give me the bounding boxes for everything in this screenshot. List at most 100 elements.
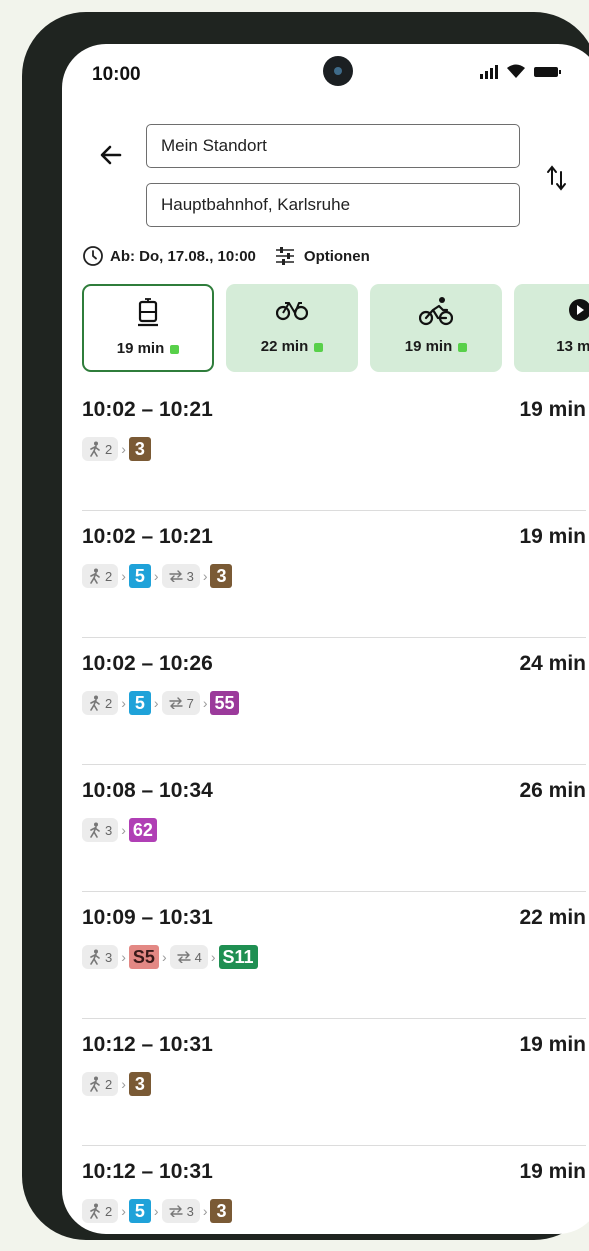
origin-input[interactable]: Mein Standort xyxy=(146,124,520,168)
line-badge: 3 xyxy=(210,1199,233,1223)
trip-times: 10:02 – 10:26 xyxy=(82,652,213,675)
walk-leg: 2 xyxy=(82,691,119,715)
app-screen: 10:00 Mein Standort Hauptbahnhof, Karlsr… xyxy=(62,44,589,1234)
chevron-right-icon: › xyxy=(202,568,208,584)
leg-minutes: 3 xyxy=(105,949,113,965)
sliders-icon xyxy=(275,247,294,265)
battery-icon xyxy=(534,65,562,79)
trip-legs: 3 › S5 › 4 › S11 xyxy=(82,942,258,972)
availability-dot xyxy=(314,342,324,352)
mode-tab-bike-sharing[interactable]: 22 min xyxy=(226,284,358,372)
trip-duration: 19 min xyxy=(519,525,586,548)
chevron-right-icon: › xyxy=(202,1203,208,1219)
leg-minutes: 2 xyxy=(105,695,113,711)
walk-leg: 2 xyxy=(82,1072,119,1096)
options-button[interactable]: Optionen xyxy=(274,246,370,266)
status-time: 10:00 xyxy=(92,64,141,85)
mode-duration: 22 min xyxy=(260,338,309,355)
leg-minutes: 2 xyxy=(105,441,113,457)
leg-minutes: 3 xyxy=(186,568,194,584)
line-badge: 55 xyxy=(210,691,239,715)
cyclist-icon xyxy=(370,296,502,326)
walk-icon xyxy=(88,695,105,711)
walk-leg: 3 xyxy=(82,945,119,969)
chevron-right-icon: › xyxy=(121,1203,126,1219)
walk-icon xyxy=(88,822,105,838)
front-camera xyxy=(323,56,353,86)
trip-times: 10:08 – 10:34 xyxy=(82,779,213,802)
line-badge: 5 xyxy=(128,691,151,715)
line-badge: 3 xyxy=(128,437,151,461)
line-badge: 62 xyxy=(128,818,157,842)
leg-minutes: 2 xyxy=(105,568,113,584)
transfer-leg: 3 xyxy=(161,1199,200,1223)
chevron-right-icon: › xyxy=(121,1076,126,1092)
phone-frame: 10:00 Mein Standort Hauptbahnhof, Karlsr… xyxy=(22,12,589,1240)
walk-leg: 2 xyxy=(82,564,119,588)
trip-duration: 19 min xyxy=(519,1160,586,1183)
trip-legs: 2 › 3 xyxy=(82,434,151,464)
bike-sharing-icon xyxy=(226,296,358,326)
trip-duration: 26 min xyxy=(519,779,586,802)
transfer-leg: 3 xyxy=(161,564,200,588)
trip-times: 10:09 – 10:31 xyxy=(82,906,213,929)
walk-icon xyxy=(88,1076,105,1092)
trip-legs: 2 › 5 › 3 › 3 xyxy=(82,1196,233,1226)
leg-minutes: 2 xyxy=(105,1076,113,1092)
chevron-right-icon: › xyxy=(121,695,126,711)
chevron-right-icon: › xyxy=(121,949,126,965)
destination-input[interactable]: Hauptbahnhof, Karlsruhe xyxy=(146,183,520,227)
departure-time-button[interactable]: Ab: Do, 17.08., 10:00 xyxy=(82,245,256,267)
line-badge: S11 xyxy=(218,945,258,969)
availability-dot xyxy=(170,344,180,354)
swap-arrows-icon xyxy=(547,165,566,191)
transfer-leg: 7 xyxy=(161,691,200,715)
trip-duration: 19 min xyxy=(519,1033,586,1056)
trip-times: 10:12 – 10:31 xyxy=(82,1160,213,1183)
trip-legs: 2 › 5 › 3 › 3 xyxy=(82,561,233,591)
trip-row[interactable]: 10:02 – 10:21 19 min 2 › 5 › 3 › 3 xyxy=(62,511,589,638)
trip-row[interactable]: 10:09 – 10:31 22 min 3 › S5 › 4 › S11 xyxy=(62,892,589,1019)
walk-icon xyxy=(88,949,105,965)
trip-list: 10:02 – 10:21 19 min 2 › 3 10:02 – 10:21 19 mi… xyxy=(62,384,589,1234)
mode-duration: 13 min xyxy=(556,338,589,355)
mode-tab-tram[interactable]: 19 min xyxy=(82,284,214,372)
line-badge: 5 xyxy=(128,1199,151,1223)
leg-minutes: 3 xyxy=(186,1203,194,1219)
mode-duration: 19 min xyxy=(116,340,165,357)
scooter-icon xyxy=(514,296,589,326)
walk-icon xyxy=(88,1203,105,1219)
status-icons xyxy=(480,64,562,79)
trip-times: 10:02 – 10:21 xyxy=(82,398,213,421)
trip-row[interactable]: 10:02 – 10:21 19 min 2 › 3 xyxy=(62,384,589,511)
chevron-right-icon: › xyxy=(202,695,208,711)
chevron-right-icon: › xyxy=(153,568,159,584)
chevron-right-icon: › xyxy=(153,1203,159,1219)
departure-time-row: Ab: Do, 17.08., 10:00 Optionen xyxy=(82,242,370,270)
line-badge: S5 xyxy=(128,945,159,969)
trip-row[interactable]: 10:02 – 10:26 24 min 2 › 5 › 7 › 55 xyxy=(62,638,589,765)
leg-minutes: 2 xyxy=(105,1203,113,1219)
transfer-icon xyxy=(168,1205,187,1217)
leg-minutes: 3 xyxy=(105,822,113,838)
chevron-right-icon: › xyxy=(161,949,167,965)
mode-tab-bike[interactable]: 19 min xyxy=(370,284,502,372)
back-button[interactable] xyxy=(96,140,126,170)
leg-minutes: 7 xyxy=(186,695,194,711)
trip-row[interactable]: 10:12 – 10:31 19 min 2 › 3 xyxy=(62,1019,589,1146)
walk-icon xyxy=(88,441,105,457)
trip-legs: 3 › 62 xyxy=(82,815,157,845)
swap-stations-button[interactable] xyxy=(544,162,570,194)
trip-row[interactable]: 10:12 – 10:31 19 min 2 › 5 › 3 › 3 xyxy=(62,1146,589,1234)
trip-row[interactable]: 10:08 – 10:34 26 min 3 › 62 xyxy=(62,765,589,892)
chevron-right-icon: › xyxy=(210,949,216,965)
chevron-right-icon: › xyxy=(121,822,126,838)
mode-tab-scooter[interactable]: 13 min xyxy=(514,284,589,372)
status-bar: 10:00 xyxy=(62,44,589,104)
trip-duration: 19 min xyxy=(519,398,586,421)
line-badge: 3 xyxy=(210,564,233,588)
walk-icon xyxy=(88,568,105,584)
chevron-right-icon: › xyxy=(153,695,159,711)
transfer-icon xyxy=(168,570,187,582)
wifi-icon xyxy=(506,64,526,79)
